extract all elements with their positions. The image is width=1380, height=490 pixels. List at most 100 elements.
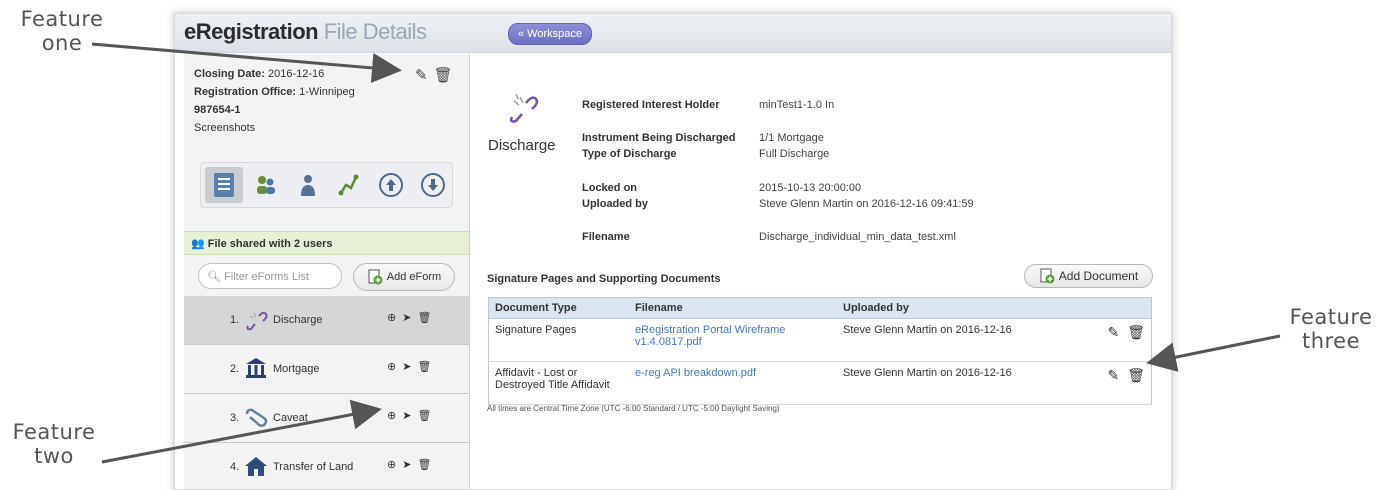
column-header: Document Type xyxy=(488,297,629,319)
detail-value: minTest1-1.0 In xyxy=(759,99,835,111)
eform-item-discharge[interactable]: 1. Discharge ⊕ ➤ 🗑 xyxy=(184,296,469,345)
file-details-icon xyxy=(213,173,234,197)
nav-file-details[interactable] xyxy=(205,167,243,203)
flow-icon xyxy=(338,174,359,196)
eform-number: 4. xyxy=(230,461,240,473)
eform-number: 2. xyxy=(230,363,240,375)
file-number: 987654-1 xyxy=(194,101,355,119)
table-header-row: Document Type Filename Uploaded by xyxy=(488,297,1152,319)
eform-actions: ⊕ ➤ 🗑 xyxy=(387,311,431,324)
trash-icon[interactable]: 🗑 xyxy=(417,311,431,324)
upload-icon[interactable]: ⊕ xyxy=(387,360,396,373)
broken-chain-icon xyxy=(506,91,542,130)
main-content: Discharge Registered Interest Holder min… xyxy=(480,54,1165,489)
column-header: Filename xyxy=(629,297,837,319)
cell-document-type: Signature Pages xyxy=(488,318,629,362)
cell-uploaded-by: Steve Glenn Martin on 2016-12-16 xyxy=(837,318,1069,362)
eform-label: Mortgage xyxy=(273,363,320,375)
shared-users-icon: 👥 xyxy=(191,238,205,250)
add-document-label: Add Document xyxy=(1058,269,1139,283)
paperclip-icon xyxy=(244,406,270,431)
filter-placeholder: Filter eForms List xyxy=(224,271,309,283)
trash-icon[interactable]: 🗑 xyxy=(417,360,431,373)
callout-text: Feature one xyxy=(20,7,104,55)
detail-label: Locked on xyxy=(582,182,638,194)
table-row: Signature Pages eRegistration Portal Wir… xyxy=(488,318,1152,362)
upload-icon[interactable]: ⊕ xyxy=(387,409,396,422)
sidebar: Closing Date: 2016-12-16 Registration Of… xyxy=(184,54,470,489)
trash-icon[interactable]: 🗑 xyxy=(417,409,431,422)
edit-pencil-icon[interactable]: ✎ xyxy=(415,67,428,84)
upload-icon[interactable]: ⊕ xyxy=(387,311,396,324)
trash-icon[interactable]: 🗑 xyxy=(434,67,453,84)
workspace-button[interactable]: « Workspace xyxy=(508,23,592,45)
cell-uploaded-by: Steve Glenn Martin on 2016-12-16 xyxy=(837,361,1069,405)
file-number-value: 987654-1 xyxy=(194,104,241,116)
edit-pencil-icon[interactable]: ✎ xyxy=(1107,367,1119,383)
callout-text: Feature two xyxy=(12,420,96,468)
closing-date-value: 2016-12-16 xyxy=(267,68,325,80)
closing-date-label: Closing Date: xyxy=(194,68,265,80)
table-row: Affidavit - Lost or Destroyed Title Affi… xyxy=(488,361,1152,405)
closing-date: Closing Date: 2016-12-16 xyxy=(194,65,355,83)
registration-office: Registration Office: 1-Winnipeg xyxy=(194,83,355,101)
add-document-button[interactable]: Add Document xyxy=(1024,264,1153,288)
eform-list: 1. Discharge ⊕ ➤ 🗑 2. Mortgage ⊕ ➤ 🗑 3. Cave… xyxy=(184,296,469,489)
import-icon[interactable]: ➤ xyxy=(402,458,411,471)
file-link[interactable]: eRegistration Portal Wireframe v1.4.0817… xyxy=(629,318,837,362)
cell-document-type: Affidavit - Lost or Destroyed Title Affi… xyxy=(488,361,629,405)
file-actions: ✎ 🗑 xyxy=(409,66,453,84)
file-name: Screenshots xyxy=(194,122,256,134)
eform-item-mortgage[interactable]: 2. Mortgage ⊕ ➤ 🗑 xyxy=(184,345,469,394)
supporting-docs-heading: Signature Pages and Supporting Documents xyxy=(487,273,721,285)
detail-value: 1/1 Mortgage xyxy=(759,132,824,144)
nav-upload[interactable] xyxy=(372,167,410,203)
add-eform-label: Add eForm xyxy=(386,271,442,283)
timezone-footnote: All times are Central Time Zone (UTC -6:… xyxy=(487,404,780,413)
detail-value: Full Discharge xyxy=(759,148,830,160)
import-icon[interactable]: ➤ xyxy=(402,311,411,324)
detail-value: Steve Glenn Martin on 2016-12-16 09:41:5… xyxy=(759,198,974,210)
shared-banner[interactable]: 👥 File shared with 2 users xyxy=(184,231,469,255)
eform-item-caveat[interactable]: 3. Caveat ⊕ ➤ 🗑 xyxy=(184,394,469,443)
detail-label: Filename xyxy=(582,231,630,243)
app-window: eRegistration File Details « Workspace C… xyxy=(174,13,1172,490)
trash-icon[interactable]: 🗑 xyxy=(417,458,431,471)
broken-chain-icon xyxy=(244,308,270,335)
row-actions: ✎ 🗑 xyxy=(1069,361,1152,405)
add-eform-button[interactable]: Add eForm xyxy=(353,263,455,291)
detail-value: Discharge_individual_min_data_test.xml xyxy=(759,231,956,243)
import-icon[interactable]: ➤ xyxy=(402,360,411,373)
upload-cloud-icon xyxy=(379,173,404,197)
nav-users[interactable] xyxy=(247,167,285,203)
file-link[interactable]: e-reg API breakdown.pdf xyxy=(629,361,837,405)
eform-number: 1. xyxy=(230,314,240,326)
trash-icon[interactable]: 🗑 xyxy=(1127,367,1145,383)
person-icon xyxy=(300,175,315,196)
search-icon: 🔍︎ xyxy=(207,271,221,283)
nav-person[interactable] xyxy=(289,167,327,203)
callout-text: Feature three xyxy=(1289,305,1373,353)
app-title: eRegistration File Details xyxy=(184,19,427,45)
callout-feature-two: Feature two xyxy=(4,420,104,468)
nav-flow[interactable] xyxy=(330,167,368,203)
users-icon xyxy=(256,176,275,194)
title-bar: eRegistration File Details « Workspace xyxy=(175,14,1171,53)
edit-pencil-icon[interactable]: ✎ xyxy=(1107,324,1119,340)
upload-icon[interactable]: ⊕ xyxy=(387,458,396,471)
column-header: Uploaded by xyxy=(837,297,1069,319)
nav-download[interactable] xyxy=(414,167,452,203)
file-info: Closing Date: 2016-12-16 Registration Of… xyxy=(194,65,355,137)
add-document-icon xyxy=(1040,268,1055,284)
house-icon xyxy=(244,455,268,480)
import-icon[interactable]: ➤ xyxy=(402,409,411,422)
supporting-docs-table: Document Type Filename Uploaded by Signa… xyxy=(488,297,1152,405)
document-title: Discharge xyxy=(488,137,556,154)
eform-number: 3. xyxy=(230,412,240,424)
add-document-icon xyxy=(368,269,383,285)
detail-label: Registered Interest Holder xyxy=(582,99,720,111)
eform-item-transfer-of-land[interactable]: 4. Transfer of Land ⊕ ➤ 🗑 xyxy=(184,443,469,489)
detail-label: Type of Discharge xyxy=(582,148,677,160)
eform-filter-input[interactable]: 🔍︎ Filter eForms List xyxy=(198,263,342,289)
trash-icon[interactable]: 🗑 xyxy=(1127,324,1145,340)
